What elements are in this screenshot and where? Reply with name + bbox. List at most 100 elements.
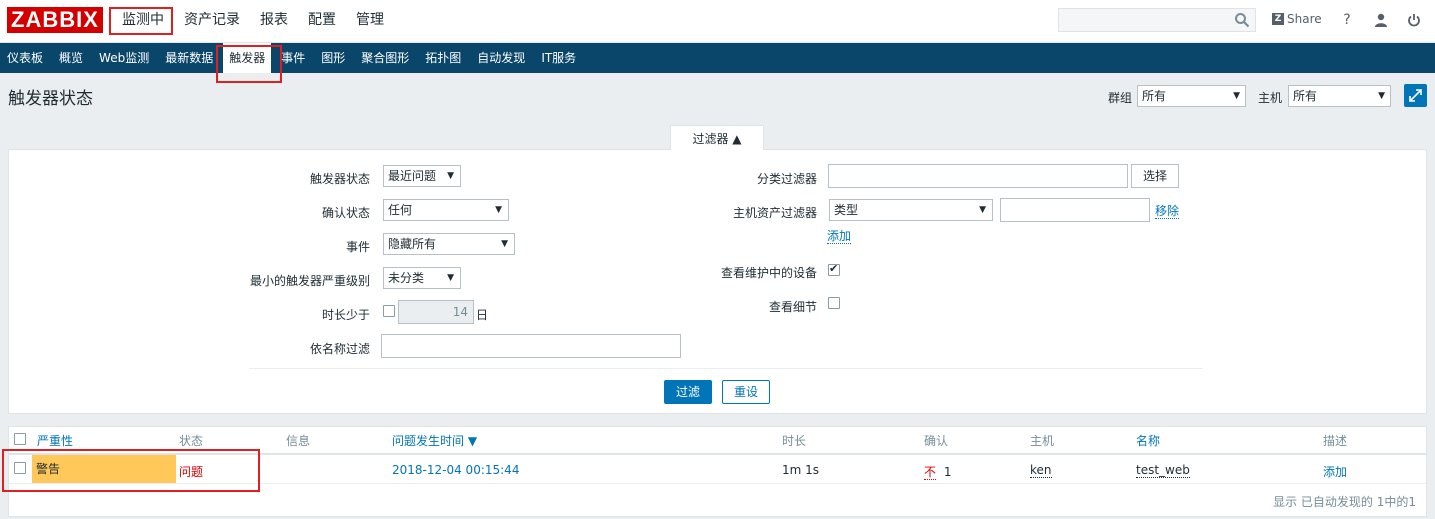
last-change-link[interactable]: 2018-12-04 00:15:44	[392, 463, 519, 477]
status-cell: 问题	[179, 465, 204, 479]
fullscreen-button[interactable]	[1404, 84, 1427, 107]
maintenance-label: 查看维护中的设备	[720, 266, 817, 280]
submenu-latest-data[interactable]: 最新数据	[159, 43, 219, 73]
top-header: ZABBIX 监测中 资产记录 报表 配置 管理 Z Share ?	[0, 0, 1435, 43]
name-label: 依名称过滤	[309, 342, 370, 356]
events-select[interactable]: 隐藏所有 ▼	[383, 233, 515, 255]
zabbix-logo[interactable]: ZABBIX	[7, 7, 103, 33]
select-button[interactable]: 选择	[1131, 164, 1179, 188]
ack-count: 1	[943, 465, 952, 479]
row-checkbox[interactable]	[14, 462, 26, 474]
main-menu: 监测中 资产记录 报表 配置 管理	[109, 0, 394, 43]
group-select-value: 所有	[1142, 89, 1167, 103]
host-select[interactable]: 所有 ▼	[1288, 85, 1391, 107]
page-title: 触发器状态	[8, 89, 93, 109]
add-link[interactable]: 添加	[827, 229, 852, 244]
col-age: 时长	[782, 434, 807, 448]
group-select[interactable]: 所有 ▼	[1137, 85, 1246, 107]
col-host: 主机	[1030, 434, 1055, 448]
chevron-down-icon: ▼	[495, 205, 502, 215]
events-value: 隐藏所有	[388, 237, 437, 251]
submenu-screens[interactable]: 聚合图形	[355, 43, 415, 73]
zabbix-share-icon: Z	[1272, 13, 1284, 25]
details-label: 查看细节	[768, 300, 817, 314]
remove-link[interactable]: 移除	[1155, 204, 1180, 219]
age-label: 时长少于	[321, 308, 370, 322]
fullscreen-icon	[1409, 89, 1422, 102]
col-severity[interactable]: 严重性	[37, 432, 73, 449]
ack-cell: 不 1	[924, 463, 951, 480]
trigger-status-label: 触发器状态	[309, 172, 370, 186]
submenu-maps[interactable]: 拓扑图	[419, 43, 467, 73]
ack-link[interactable]: 不	[924, 465, 937, 480]
min-severity-label: 最小的触发器严重级别	[249, 274, 370, 288]
inventory-field-value: 类型	[834, 203, 859, 217]
chevron-down-icon: ▼	[501, 239, 508, 249]
chevron-down-icon: ▼	[1233, 91, 1240, 101]
col-name[interactable]: 名称	[1136, 432, 1160, 449]
table-footer: 显示 已自动发现的 1中的1	[1273, 495, 1416, 509]
age-input[interactable]: 14	[398, 300, 474, 324]
min-severity-value: 未分类	[388, 271, 425, 285]
menu-configuration[interactable]: 配置	[298, 0, 346, 43]
submenu-events[interactable]: 事件	[275, 43, 311, 73]
submenu-overview[interactable]: 概览	[53, 43, 89, 73]
submenu-web[interactable]: Web监测	[93, 43, 155, 73]
maintenance-checkbox[interactable]	[828, 262, 840, 276]
menu-reports[interactable]: 报表	[250, 0, 298, 43]
col-ack: 确认	[924, 434, 949, 448]
trigger-status-select[interactable]: 最近问题 ▼	[383, 165, 461, 187]
sign-out-icon[interactable]	[1405, 11, 1423, 29]
col-status: 状态	[179, 434, 204, 448]
severity-cell: 警告	[32, 455, 176, 483]
search-icon[interactable]	[1234, 12, 1250, 28]
chevron-down-icon: ▼	[979, 205, 986, 215]
filter-panel: 触发器状态 最近问题 ▼ 确认状态 任何 ▼ 事件 隐藏所有 ▼ 最小的触发器严…	[8, 149, 1427, 414]
apply-filter-button[interactable]: 过滤	[664, 380, 712, 404]
col-description: 描述	[1323, 434, 1348, 448]
filter-divider	[249, 368, 1203, 369]
menu-monitoring[interactable]: 监测中	[109, 0, 174, 43]
share-link[interactable]: Z Share	[1272, 12, 1322, 26]
triggers-table: 严重性 状态 信息 问题发生时间 ▼ 时长 确认 主机 名称 描述 警告 问题 …	[8, 426, 1427, 517]
add-description-link[interactable]: 添加	[1323, 463, 1347, 480]
submenu-discovery[interactable]: 自动发现	[471, 43, 531, 73]
inventory-field-select[interactable]: 类型 ▼	[829, 199, 993, 221]
search-input[interactable]	[1058, 8, 1256, 32]
trigger-status-value: 最近问题	[388, 169, 437, 183]
select-all-checkbox[interactable]	[14, 433, 26, 445]
group-label: 群组	[1108, 91, 1133, 105]
host-link[interactable]: ken	[1030, 463, 1052, 478]
menu-administration[interactable]: 管理	[346, 0, 394, 43]
inventory-value-input[interactable]	[1000, 198, 1150, 222]
menu-inventory[interactable]: 资产记录	[174, 0, 250, 43]
user-profile-icon[interactable]	[1372, 11, 1390, 29]
name-input[interactable]	[381, 334, 681, 358]
col-last-change[interactable]: 问题发生时间 ▼	[392, 432, 477, 449]
ack-status-select[interactable]: 任何 ▼	[383, 199, 509, 221]
reset-filter-button[interactable]: 重设	[722, 380, 770, 404]
age-cell: 1m 1s	[782, 463, 820, 477]
events-label: 事件	[345, 240, 370, 254]
share-label: Share	[1287, 12, 1322, 26]
inventory-filter-label: 主机资产过滤器	[732, 206, 817, 220]
chevron-down-icon: ▼	[447, 273, 454, 283]
age-unit: 日	[476, 308, 489, 322]
host-select-value: 所有	[1293, 89, 1318, 103]
submenu-graphs[interactable]: 图形	[315, 43, 351, 73]
row-divider	[9, 483, 1426, 484]
submenu-triggers[interactable]: 触发器	[216, 43, 283, 83]
trigger-name-link[interactable]: test_web	[1136, 463, 1190, 478]
min-severity-select[interactable]: 未分类 ▼	[383, 267, 461, 289]
host-label: 主机	[1258, 91, 1283, 105]
chevron-down-icon: ▼	[447, 171, 454, 181]
help-icon[interactable]: ?	[1338, 11, 1356, 29]
submenu-dashboard[interactable]: 仪表板	[0, 43, 49, 73]
filter-tab[interactable]: 过滤器 ▲	[670, 125, 764, 150]
col-info: 信息	[286, 434, 311, 448]
app-filter-input[interactable]	[828, 164, 1128, 188]
age-checkbox[interactable]	[383, 305, 395, 317]
details-checkbox[interactable]	[828, 297, 840, 309]
submenu-it-services[interactable]: IT服务	[535, 43, 582, 73]
ack-status-label: 确认状态	[321, 206, 370, 220]
